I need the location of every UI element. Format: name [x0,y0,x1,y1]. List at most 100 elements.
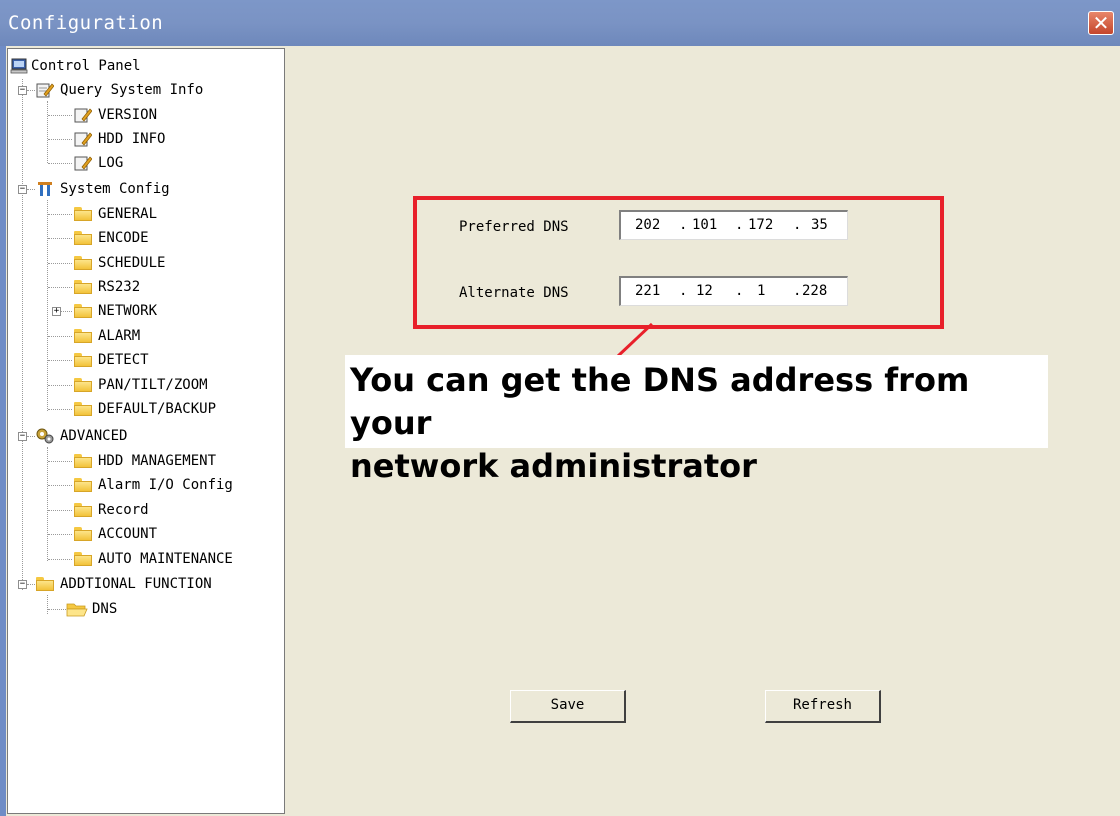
notepad-icon [74,132,92,147]
tree-connector [48,385,72,386]
tree-connector [48,263,72,264]
tree-item-label: ADDTIONAL FUNCTION [60,576,212,592]
tree-connector [48,287,72,288]
open-folder-icon [66,603,88,617]
annotation-text: You can get the DNS address from your ne… [350,359,1048,488]
tree-item-label: VERSION [98,107,158,123]
close-icon: ✕ [1092,11,1110,35]
collapse-toggle[interactable]: − [18,86,27,95]
tree-connector [48,360,72,361]
tree-item-label: DNS [92,601,118,617]
folder-icon [74,353,92,367]
tree-connector [27,189,35,190]
preferred-dns-label: Preferred DNS [459,219,569,235]
folder-icon [74,454,92,468]
notepad-icon [74,156,92,171]
folder-icon [74,402,92,416]
folder-icon [74,503,92,517]
tree-connector [47,200,48,411]
folder-icon [74,207,92,221]
ip-dot: . [793,283,802,299]
collapse-toggle[interactable]: − [18,185,27,194]
ip-octet: 202 [635,217,661,233]
gears-icon [36,428,54,444]
tree-connector [48,409,72,410]
folder-icon [74,527,92,541]
tree-connector [27,584,35,585]
tree-connector [48,609,66,610]
tree-item-label: Query System Info [60,82,204,98]
alternate-dns-input[interactable]: 221 . 12 . 1 . 228 [619,276,848,306]
folder-icon [74,280,92,294]
annotation-line: network administrator [350,447,757,485]
notepad-icon [74,108,92,123]
preferred-dns-input[interactable]: 202 . 101 . 172 . 35 [619,210,848,240]
tree-connector [48,336,72,337]
tools-icon [38,182,52,196]
tree-connector [27,90,35,91]
tree-connector [48,485,72,486]
ip-octet: 1 [757,283,766,299]
ip-dot: . [793,217,802,233]
ip-octet: 101 [692,217,718,233]
tree-item-label: ACCOUNT [98,526,158,542]
tree-item-label: RS232 [98,279,141,295]
tree-connector [48,461,72,462]
ip-octet: 221 [635,283,661,299]
collapse-toggle[interactable]: − [18,432,27,441]
notepad-icon [36,83,54,98]
ip-octet: 35 [811,217,828,233]
tree-connector [22,79,23,590]
expand-toggle[interactable]: + [52,307,61,316]
tree-item-label: AUTO MAINTENANCE [98,551,233,567]
ip-octet: 172 [748,217,774,233]
tree-connector [48,115,72,116]
refresh-button[interactable]: Refresh [765,690,881,723]
folder-icon [74,378,92,392]
tree-connector [48,238,72,239]
tree-item-label: ADVANCED [60,428,128,444]
tree-item-label: HDD MANAGEMENT [98,453,217,469]
ip-dot: . [735,283,744,299]
folder-icon [74,231,92,245]
tree-item-label: ALARM [98,328,141,344]
tree-connector [48,139,72,140]
computer-icon [10,58,28,74]
tree-connector [48,510,72,511]
tree-item-label: DETECT [98,352,149,368]
save-button[interactable]: Save [510,690,626,723]
ip-octet: 228 [802,283,828,299]
folder-icon [36,577,54,591]
tree-connector [47,101,48,163]
tree-connector [47,595,48,614]
tree-item-label: Control Panel [31,58,141,74]
tree-connector [48,214,72,215]
folder-icon [74,552,92,566]
tree-connector [47,447,48,561]
tree-connector [27,436,35,437]
alternate-dns-label: Alternate DNS [459,285,569,301]
folder-icon [74,478,92,492]
ip-octet: 12 [696,283,713,299]
navigation-tree: Control Panel − Query System Info VERSIO… [7,48,285,814]
annotation-note: You can get the DNS address from your ne… [345,355,1048,485]
tree-item-label: LOG [98,155,124,171]
window-frame-left [0,46,6,816]
folder-icon [74,256,92,270]
tree-item-label: ENCODE [98,230,149,246]
tree-item-label: DEFAULT/BACKUP [98,401,217,417]
ip-dot: . [679,217,688,233]
ip-dot: . [679,283,688,299]
tree-item-label: SCHEDULE [98,255,166,271]
ip-dot: . [735,217,744,233]
collapse-toggle[interactable]: − [18,580,27,589]
tree-item-label: PAN/TILT/ZOOM [98,377,208,393]
tree-item-label: Alarm I/O Config [98,477,233,493]
close-button[interactable]: ✕ [1088,11,1114,35]
window-title: Configuration [8,12,164,34]
window-title-bar: Configuration ✕ [0,0,1120,46]
callout-pointer [616,322,654,358]
tree-item-label: GENERAL [98,206,158,222]
folder-icon [74,304,92,318]
tree-connector [61,311,72,312]
